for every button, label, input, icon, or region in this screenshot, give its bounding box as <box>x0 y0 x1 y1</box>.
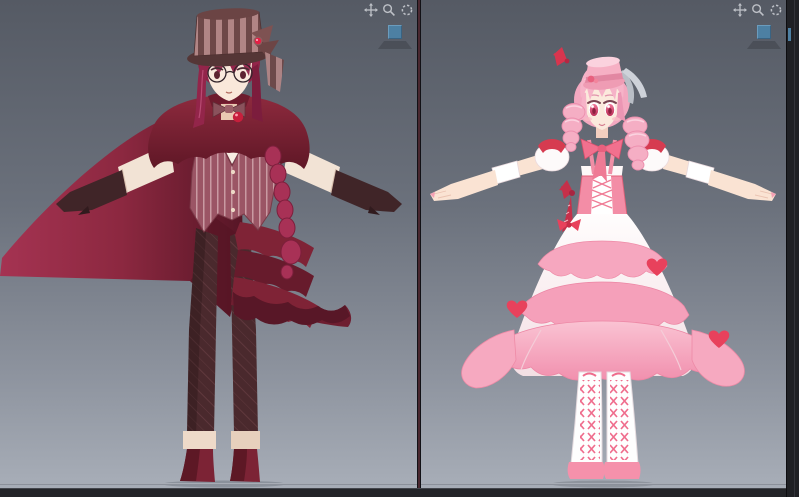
model-preview-app <box>0 0 799 497</box>
orbit-tool-icon[interactable] <box>769 3 783 17</box>
selection-accent <box>788 28 791 41</box>
ground-line <box>0 483 417 485</box>
viewport-toolbar <box>733 3 783 17</box>
ground-line <box>421 483 786 485</box>
pan-tool-icon[interactable] <box>364 3 378 17</box>
zoom-tool-icon[interactable] <box>751 3 765 17</box>
viewport-toolbar <box>364 3 414 17</box>
pan-tool-icon[interactable] <box>733 3 747 17</box>
male-character-model <box>0 8 402 488</box>
character-boots <box>567 371 641 479</box>
left-model-viewport[interactable] <box>0 0 417 490</box>
character-skirt <box>461 214 745 389</box>
bottom-bar <box>0 488 786 497</box>
right-edge-panel[interactable] <box>786 0 799 497</box>
zoom-tool-icon[interactable] <box>382 3 396 17</box>
right-model-viewport[interactable] <box>421 0 786 490</box>
material-swatch[interactable] <box>388 25 402 39</box>
character-mini-hat <box>553 47 625 90</box>
panel-edge-highlight <box>794 0 795 497</box>
material-swatch[interactable] <box>757 25 771 39</box>
girl-character-model <box>430 47 776 488</box>
orbit-tool-icon[interactable] <box>400 3 414 17</box>
